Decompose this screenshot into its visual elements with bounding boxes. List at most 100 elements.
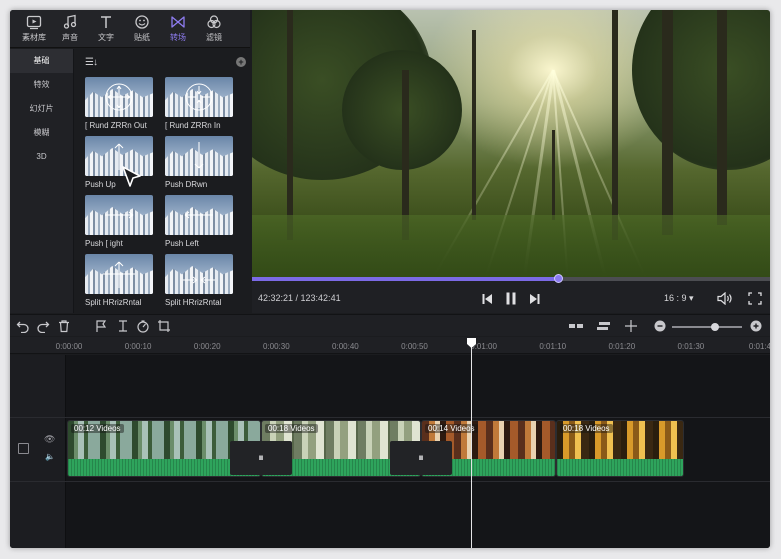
zoom-in-button[interactable]	[749, 319, 763, 333]
tab-label: 素材库	[22, 33, 46, 42]
music-note-icon	[63, 14, 77, 29]
ruler-tick-label: 0:01:10	[539, 342, 567, 351]
tab-label: 声音	[62, 33, 78, 42]
transition-arrow-icon	[105, 211, 134, 219]
transition-arrow-icon	[194, 142, 204, 169]
sticker-icon	[135, 15, 149, 29]
ruler-tick-label: 0:00:00	[55, 342, 83, 351]
add-marker-button[interactable]	[624, 319, 638, 333]
track-layout-button[interactable]	[568, 319, 584, 333]
zoom-in-icon	[750, 320, 762, 332]
transition-arrow-icon	[103, 261, 135, 288]
tab-text[interactable]: 文字	[88, 10, 124, 48]
ruler-tick-label: 0:00:10	[124, 342, 152, 351]
tab-stickers[interactable]: 贴纸	[124, 10, 160, 48]
ruler-tick-label: 0:01:30	[677, 342, 705, 351]
crop-button[interactable]	[157, 319, 171, 333]
filter-icon	[207, 15, 221, 29]
tab-label: 贴纸	[134, 33, 150, 42]
transitions-panel: ☰↓ + [ Rund ZRRn Out[ Rund ZRRn In Push U…	[75, 49, 310, 313]
zoom-slider-knob[interactable]	[711, 323, 720, 331]
transition-marker[interactable]: ⏸	[390, 441, 452, 475]
category-blur[interactable]: 模糊	[10, 121, 73, 145]
sort-icon[interactable]: ☰↓	[85, 57, 98, 68]
transition-item[interactable]: Split HRrizRntal	[165, 254, 233, 309]
clip-label: 00:18 Videos	[560, 424, 613, 433]
transition-item[interactable]: Push Left	[165, 195, 233, 250]
tab-label: 转场	[170, 33, 186, 42]
video-clip[interactable]: 00:18 Videos	[556, 420, 684, 477]
ruler-tick-label: 0:00:20	[193, 342, 221, 351]
transition-item[interactable]: Split HRrizRntal	[85, 254, 153, 309]
transition-item[interactable]: [ Rund ZRRn In	[165, 77, 233, 132]
trash-icon	[59, 320, 69, 333]
step-back-icon	[482, 294, 492, 304]
undo-icon	[16, 321, 29, 334]
transition-label: Push Left	[165, 239, 199, 248]
category-3d[interactable]: 3D	[10, 145, 73, 169]
transition-category-list: 基础 特效 幻灯片 模糊 3D	[10, 49, 74, 313]
timecode: 42:32:21 / 123:42:41	[258, 293, 341, 303]
zoom-slider[interactable]	[672, 323, 742, 331]
step-forward-icon	[530, 294, 540, 304]
category-slideshow[interactable]: 幻灯片	[10, 97, 73, 121]
previous-frame-button[interactable]	[481, 292, 494, 310]
visibility-eye-icon[interactable]: 👁	[44, 434, 55, 445]
transition-marker[interactable]: ⏸	[230, 441, 292, 475]
tab-audio[interactable]: 声音	[52, 10, 88, 48]
transition-thumbnail	[165, 195, 233, 235]
split-button[interactable]	[116, 319, 130, 333]
aspect-ratio-value: 16 : 9	[664, 293, 687, 303]
zoom-out-button[interactable]	[653, 319, 667, 333]
media-library-icon	[26, 15, 42, 30]
volume-button[interactable]	[717, 291, 733, 310]
category-effects[interactable]: 特效	[10, 73, 73, 97]
ruler-tick-label: 0:00:30	[262, 342, 290, 351]
resource-tabs: 素材库 声音 文字 贴纸 转场 滤镜	[10, 10, 250, 48]
fullscreen-button[interactable]	[748, 292, 762, 310]
speed-button[interactable]	[136, 319, 150, 333]
track-header: 👁 🔈	[10, 355, 66, 548]
add-icon[interactable]: +	[236, 57, 246, 67]
delete-button[interactable]	[57, 319, 71, 333]
tab-filters[interactable]: 滤镜	[196, 10, 232, 48]
playhead-line[interactable]	[471, 338, 472, 548]
snap-button[interactable]	[596, 319, 612, 333]
transition-label: Push [ ight	[85, 239, 123, 248]
video-preview[interactable]	[252, 10, 770, 277]
transition-label: [ Rund ZRRn In	[165, 121, 221, 130]
transition-thumbnail	[85, 254, 153, 294]
pause-icon	[506, 292, 516, 305]
transition-arrow-icon	[185, 83, 213, 111]
split-icon	[119, 320, 127, 332]
redo-icon	[37, 321, 50, 334]
transition-thumbnail	[165, 254, 233, 294]
ruler-tick-label: 0:00:50	[401, 342, 428, 351]
track-layout-icon	[569, 324, 583, 328]
transition-label: [ Rund ZRRn Out	[85, 121, 147, 130]
next-frame-button[interactable]	[528, 292, 541, 310]
progress-knob[interactable]	[553, 274, 563, 283]
undo-button[interactable]	[16, 319, 30, 334]
pause-button[interactable]	[505, 292, 517, 310]
transition-item[interactable]: Push DRwn	[165, 136, 233, 191]
playback-progress-bar[interactable]	[252, 274, 770, 283]
marker-button[interactable]	[94, 319, 108, 333]
timeline-ruler[interactable]: 0:00:00 0:00:10 0:00:20 0:00:30 0:00:40 0:00:…	[10, 337, 770, 354]
transition-item[interactable]: [ Rund ZRRn Out	[85, 77, 153, 132]
clip-audio-waveform	[557, 459, 683, 476]
tab-label: 文字	[98, 33, 114, 42]
transition-label: Split HRrizRntal	[165, 298, 222, 307]
transition-thumbnail	[85, 195, 153, 235]
transition-arrow-icon	[183, 276, 215, 284]
tab-transitions[interactable]: 转场	[160, 10, 196, 48]
speedometer-icon	[137, 320, 149, 333]
redo-button[interactable]	[36, 319, 50, 334]
tab-media-library[interactable]: 素材库	[16, 10, 52, 48]
category-basic[interactable]: 基础	[10, 49, 73, 73]
transition-item[interactable]: Push [ ight	[85, 195, 153, 250]
mute-speaker-icon[interactable]: 🔈	[45, 452, 55, 461]
video-editor-window: 素材库 声音 文字 贴纸 转场 滤镜 基础 特效 幻灯片 模糊 3D ☰↓ + …	[10, 10, 770, 548]
aspect-ratio-caret: ▾	[689, 293, 694, 303]
aspect-ratio-select[interactable]: 16 : 9 ▾	[664, 293, 694, 304]
